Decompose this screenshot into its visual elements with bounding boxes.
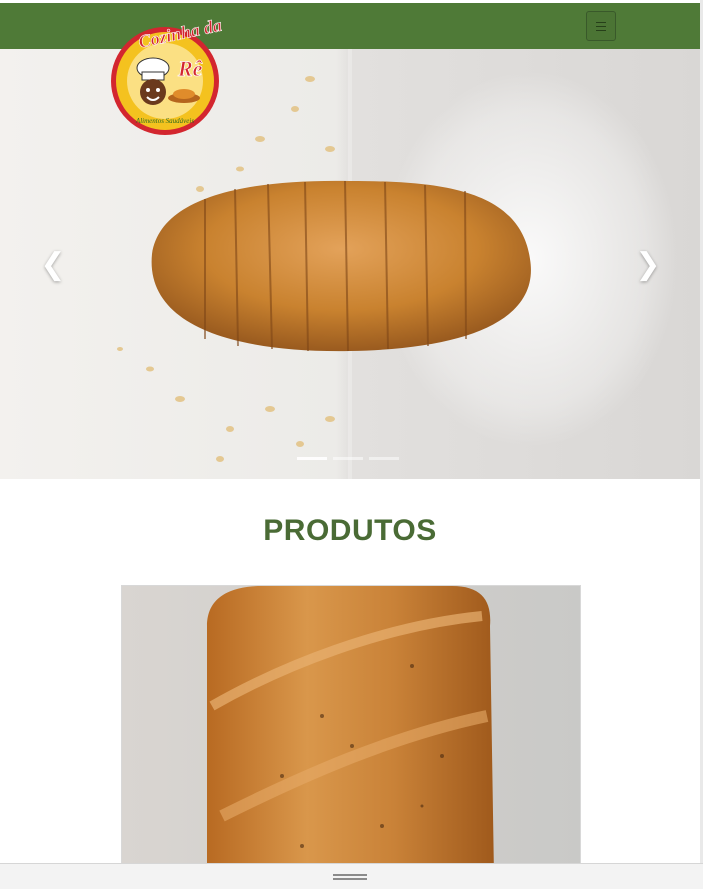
resize-handle-icon[interactable] — [333, 874, 367, 880]
carousel-indicators — [297, 457, 399, 460]
navbar-toggler-button[interactable] — [586, 11, 616, 41]
bottom-resize-bar — [0, 863, 703, 889]
carousel-indicator[interactable] — [369, 457, 399, 460]
bread-image — [117, 76, 531, 462]
hero-carousel: ❮ ❯ — [0, 49, 700, 479]
navbar — [0, 3, 700, 50]
carousel-indicator[interactable] — [297, 457, 327, 460]
logo-line2: Rê — [177, 56, 203, 81]
logo-tagline: Alimentos Saudáveis — [135, 117, 194, 125]
hamburger-icon — [596, 21, 606, 31]
carousel-prev-button[interactable]: ❮ — [33, 244, 73, 284]
product-card[interactable] — [121, 585, 581, 877]
carousel-indicator[interactable] — [333, 457, 363, 460]
page: Cozinha da Rê Alimentos Saudáveis ❮ ❯ PR… — [0, 0, 700, 888]
brand-logo[interactable]: Cozinha da Rê Alimentos Saudáveis — [108, 18, 222, 138]
carousel-next-button[interactable]: ❯ — [628, 244, 668, 284]
product-image — [122, 586, 580, 876]
chevron-right-icon: ❯ — [635, 246, 661, 282]
chevron-left-icon: ❮ — [40, 246, 66, 282]
products-heading: PRODUTOS — [263, 514, 437, 547]
